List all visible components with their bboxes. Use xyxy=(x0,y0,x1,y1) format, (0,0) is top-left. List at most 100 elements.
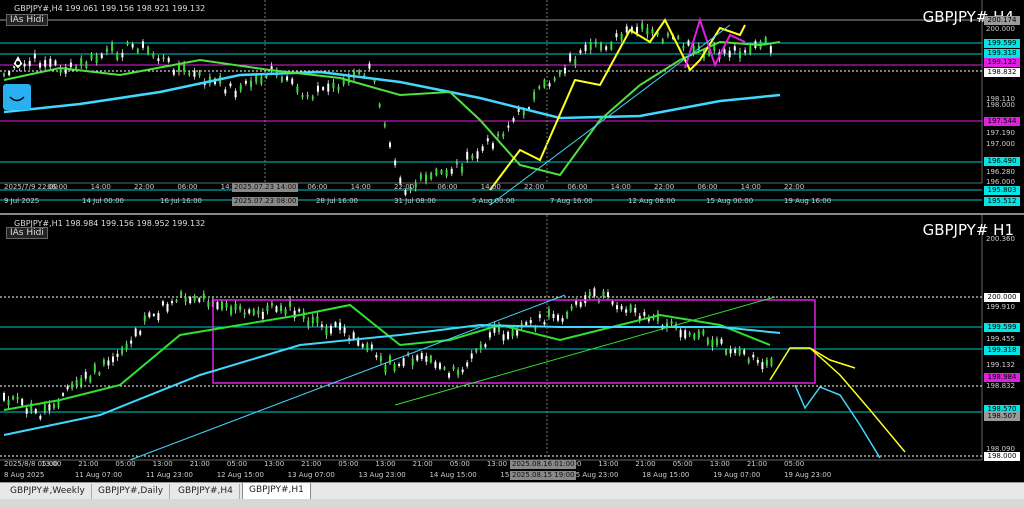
tab-h4[interactable]: GBPJPY#,H4 xyxy=(172,484,240,499)
candle-body xyxy=(561,318,564,322)
candle-body xyxy=(552,314,555,319)
candle-body xyxy=(497,133,500,137)
candle-body xyxy=(62,393,65,396)
candle-body xyxy=(486,138,489,142)
h4-chart-canvas[interactable] xyxy=(0,0,1024,213)
candle-body xyxy=(411,358,414,366)
time-axis-label: 16 Jul 16:00 xyxy=(160,197,202,205)
smile-tool-icon[interactable] xyxy=(3,84,31,110)
candle-body xyxy=(370,344,373,349)
time-axis-label: 05:00 xyxy=(115,460,136,468)
tab-weekly[interactable]: GBPJPY#,Weekly xyxy=(4,484,92,499)
candle-body xyxy=(443,367,446,370)
time-axis-label: 15 Aug 00:00 xyxy=(706,197,754,205)
candle-body xyxy=(512,118,515,122)
h1-indicator-label[interactable]: IAs Hidi xyxy=(6,227,48,239)
candle-body xyxy=(589,42,592,50)
time-axis-label: 13:00 xyxy=(375,460,396,468)
candle-body xyxy=(284,308,287,315)
candle-body xyxy=(606,292,609,297)
candle-body xyxy=(584,295,587,304)
candle-body xyxy=(575,300,578,305)
candle-body xyxy=(52,404,55,409)
candle-body xyxy=(334,322,337,327)
candle-body xyxy=(579,50,582,54)
time-axis-label: 18 Aug 15:00 xyxy=(642,471,690,479)
time-axis-label: 28 Jul 16:00 xyxy=(316,197,358,205)
candle-body xyxy=(116,52,119,60)
candle-body xyxy=(157,58,160,62)
candle-body xyxy=(566,311,569,318)
candle-body xyxy=(761,362,764,370)
candle-body xyxy=(425,174,428,182)
candle-body xyxy=(239,85,242,91)
price-axis-label: 197.544 xyxy=(984,117,1020,126)
candle-body xyxy=(605,46,608,50)
h1-chart-pane[interactable]: GBPJPY#,H1 198.984 199.156 198.952 199.1… xyxy=(0,215,1024,482)
candle-body xyxy=(584,44,587,52)
candle-body xyxy=(250,80,253,88)
candle-body xyxy=(49,58,52,67)
candle-body xyxy=(579,302,582,307)
candle-body xyxy=(661,39,664,43)
time-axis-label: 14:00 xyxy=(610,183,631,191)
candle-body xyxy=(770,358,773,366)
candle-body xyxy=(461,166,464,173)
h4-moving-average-fast xyxy=(3,40,781,177)
candle-body xyxy=(602,290,605,297)
candle-body xyxy=(98,372,101,375)
candle-body xyxy=(693,333,696,340)
h4-chart-pane[interactable]: GBPJPY#,H4 199.061 199.156 198.921 199.1… xyxy=(0,0,1024,215)
candle-body xyxy=(111,356,114,363)
candle-body xyxy=(291,78,294,85)
candle-body xyxy=(3,393,5,401)
candle-body xyxy=(220,301,223,310)
candle-body xyxy=(307,320,310,327)
h4-indicator-label[interactable]: IAs Hidi xyxy=(6,14,48,26)
price-axis-label: 198.832 xyxy=(986,382,1015,390)
price-axis-label: 196.280 xyxy=(986,168,1015,176)
candle-body xyxy=(488,332,491,338)
candle-body xyxy=(743,350,746,355)
candle-body xyxy=(322,87,325,91)
candle-body xyxy=(593,288,596,297)
crosshair-time-label: 2025.08.16 01:00 xyxy=(510,460,577,469)
time-axis-label: 19 Aug 16:00 xyxy=(784,197,832,205)
h4-moving-average-slow xyxy=(3,70,781,120)
time-axis-label: 31 Jul 08:00 xyxy=(394,197,436,205)
pen-tool-icon[interactable] xyxy=(8,52,28,72)
time-axis-label: 21:00 xyxy=(189,460,210,468)
candle-body xyxy=(75,379,78,386)
candle-body xyxy=(239,306,242,310)
candle-body xyxy=(522,110,525,116)
tab-h1[interactable]: GBPJPY#,H1 xyxy=(242,483,311,500)
candle-body xyxy=(733,46,736,51)
candle-body xyxy=(625,309,628,313)
candle-body xyxy=(193,70,196,77)
candle-body xyxy=(491,143,494,149)
candle-body xyxy=(230,306,233,315)
candle-body xyxy=(666,33,669,37)
candle-body xyxy=(229,83,232,87)
candle-body xyxy=(687,40,690,46)
candle-body xyxy=(257,310,260,315)
candle-body xyxy=(611,301,614,305)
candle-body xyxy=(429,355,432,363)
candle-body xyxy=(172,69,175,75)
time-axis-label: 14:00 xyxy=(90,183,111,191)
h1-moving-average-fast xyxy=(3,303,771,411)
candle-body xyxy=(414,183,417,188)
candle-body xyxy=(107,360,110,366)
candle-body xyxy=(720,338,723,344)
candle-body xyxy=(384,365,387,373)
tab-daily[interactable]: GBPJPY#,Daily xyxy=(92,484,171,499)
h1-chart-canvas[interactable] xyxy=(0,215,1024,482)
candle-body xyxy=(166,303,169,312)
candle-body xyxy=(189,297,192,304)
candle-body xyxy=(311,96,314,100)
h1-forecast-cyan xyxy=(794,384,881,459)
candle-body xyxy=(697,330,700,339)
price-axis-label: 199.132 xyxy=(984,58,1020,67)
h1-moving-average-slow xyxy=(3,323,781,436)
candle-body xyxy=(588,292,591,297)
